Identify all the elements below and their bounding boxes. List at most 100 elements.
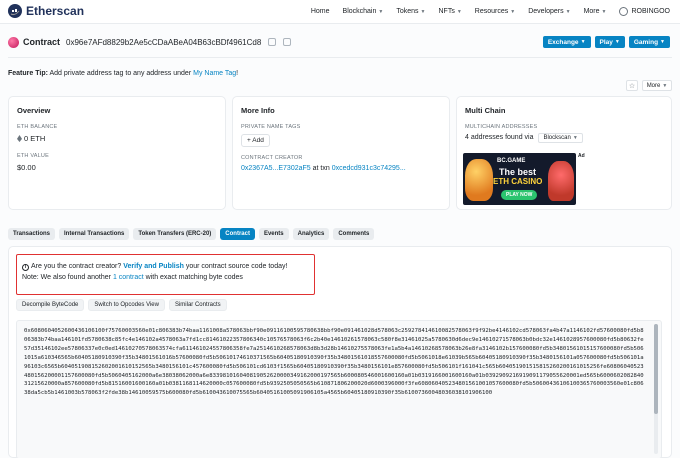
chevron-down-icon: ▼	[565, 9, 571, 15]
add-tag-button[interactable]: + Add	[241, 134, 270, 147]
eth-value-value: $0.00	[17, 163, 36, 172]
ad-play-now-button[interactable]: PLAY NOW	[501, 190, 538, 200]
user-icon	[619, 7, 629, 16]
overview-card: Overview ETH BALANCE 0 ETH ETH VALUE $0.…	[8, 96, 226, 210]
contract-panel: i Are you the contract creator? Verify an…	[8, 246, 672, 458]
switch-opcodes-button[interactable]: Switch to Opcodes View	[88, 299, 165, 311]
etherscan-logo[interactable]: Etherscan	[8, 4, 84, 18]
chevron-down-icon: ▼	[510, 9, 516, 15]
tab-events[interactable]: Events	[258, 228, 289, 240]
alert-note-prefix: Note: We also found another	[22, 274, 111, 281]
blockscan-select[interactable]: Blockscan ▼	[538, 133, 583, 143]
nav-more-label: More	[583, 8, 600, 15]
alert-question: Are you the contract creator?	[31, 263, 122, 270]
favorite-button[interactable]: ☆	[626, 80, 638, 91]
add-tag-wrapper: + Add	[241, 134, 270, 147]
copy-icon[interactable]	[268, 38, 277, 46]
contract-creator-label: CONTRACT CREATOR	[241, 155, 303, 161]
verify-alert: i Are you the contract creator? Verify an…	[16, 254, 315, 295]
eth-value-label: ETH VALUE	[17, 153, 49, 159]
more-label: More	[646, 82, 661, 89]
contract-header: Contract 0x96e7AFd8829b2Ae5cCDaABeA04B63…	[8, 35, 292, 49]
feature-tip-text: Add private address tag to any address u…	[49, 70, 192, 77]
contract-avatar-icon	[8, 36, 19, 48]
ad-character-image	[465, 159, 493, 201]
scrollbar-thumb[interactable]	[654, 324, 658, 414]
matching-contract-link[interactable]: 1 contract	[113, 274, 144, 281]
chevron-down-icon: ▼	[614, 39, 620, 45]
decompile-bytecode-button[interactable]: Decompile ByteCode	[16, 299, 85, 311]
similar-contracts-button[interactable]: Similar Contracts	[168, 299, 227, 311]
nav-nfts-label: NFTs	[438, 8, 455, 15]
nav-nfts[interactable]: NFTs ▼	[438, 8, 461, 15]
creator-address-link[interactable]: 0x2367A5...E7302aF5	[241, 165, 311, 172]
ad-logo: BC.GAME	[497, 158, 526, 164]
bc-game-ad-banner[interactable]: BC.GAME The best ETH CASINO PLAY NOW	[463, 153, 576, 205]
address-tabs: Transactions Internal Transactions Token…	[8, 228, 375, 240]
contract-address: 0x96e7AFd8829b2Ae5cCDaABeA04B63cBDf4961C…	[66, 37, 262, 47]
top-navbar: Etherscan Home Blockchain ▼ Tokens ▼ NFTs ▼…	[0, 0, 680, 24]
feature-tip: Feature Tip: Add private address tag to …	[8, 70, 238, 77]
main-nav: Home Blockchain ▼ Tokens ▼ NFTs ▼ Resources…	[311, 7, 670, 16]
gaming-label: Gaming	[633, 38, 659, 46]
sponsor-buttons: Exchange ▼ Play ▼ Gaming ▼	[542, 36, 670, 48]
blockscan-label: Blockscan	[543, 135, 571, 141]
overview-title: Overview	[17, 106, 51, 115]
divider	[8, 57, 672, 58]
alert-rest: your contract source code today!	[185, 263, 288, 270]
private-name-tags-label: PRIVATE NAME TAGS	[241, 124, 301, 130]
nav-more[interactable]: More ▼	[584, 8, 607, 15]
tab-token-transfers[interactable]: Token Transfers (ERC-20)	[133, 228, 217, 240]
exchange-button[interactable]: Exchange ▼	[542, 36, 591, 48]
page-title: Contract	[23, 37, 61, 47]
nav-resources-label: Resources	[474, 8, 509, 15]
multichain-addresses-label: MULTICHAIN ADDRESSES	[465, 124, 538, 130]
nav-home-label: Home	[310, 8, 330, 15]
qr-code-icon[interactable]	[283, 38, 292, 46]
alert-note-line: Note: We also found another 1 contract w…	[22, 272, 309, 283]
nav-tokens[interactable]: Tokens ▼	[396, 8, 425, 15]
nav-home[interactable]: Home	[311, 8, 330, 15]
ad-headline: The best	[499, 167, 537, 177]
chevron-down-icon: ▼	[378, 9, 384, 15]
brand-name: Etherscan	[26, 4, 85, 18]
more-info-card: More Info PRIVATE NAME TAGS + Add CONTRA…	[232, 96, 450, 210]
chevron-down-icon: ▼	[601, 9, 607, 15]
info-icon: i	[22, 264, 29, 271]
nav-developers[interactable]: Developers ▼	[528, 8, 570, 15]
verify-and-publish-link[interactable]: Verify and Publish	[123, 263, 184, 270]
gaming-button[interactable]: Gaming ▼	[628, 36, 670, 48]
creator-txn-link[interactable]: 0xcedcd931c3c74295...	[332, 165, 406, 172]
alert-question-line: i Are you the contract creator? Verify an…	[22, 261, 309, 272]
ad-badge: Ad	[578, 153, 585, 159]
user-name: ROBINGOO	[631, 8, 670, 15]
my-name-tag-link[interactable]: My Name Tag	[193, 70, 236, 77]
more-dropdown-button[interactable]: More ▼	[642, 80, 672, 91]
eth-balance: 0 ETH	[17, 134, 45, 143]
ethereum-icon	[17, 135, 22, 142]
multichain-addresses-text: 4 addresses found via	[465, 134, 534, 141]
tab-transactions[interactable]: Transactions	[8, 228, 56, 240]
tab-comments[interactable]: Comments	[333, 228, 375, 240]
chevron-down-icon: ▼	[572, 135, 578, 141]
tab-internal-transactions[interactable]: Internal Transactions	[59, 228, 130, 240]
etherscan-logo-icon	[8, 4, 22, 18]
feature-tip-label: Feature Tip:	[8, 70, 48, 77]
feature-tip-suffix: !	[236, 70, 239, 77]
user-menu[interactable]: ROBINGOO	[619, 7, 670, 16]
contract-creator: 0x2367A5...E7302aF5 at txn 0xcedcd931c3c…	[241, 165, 406, 172]
chevron-down-icon: ▼	[456, 9, 462, 15]
chevron-down-icon: ▼	[660, 39, 665, 45]
eth-balance-value: 0 ETH	[24, 134, 46, 143]
exchange-label: Exchange	[547, 38, 579, 46]
tab-analytics[interactable]: Analytics	[292, 228, 330, 240]
bytecode-actions: Decompile ByteCode Switch to Opcodes Vie…	[16, 299, 227, 311]
nav-blockchain[interactable]: Blockchain ▼	[343, 8, 384, 15]
play-button[interactable]: Play ▼	[594, 36, 625, 48]
bytecode-box[interactable]: 0x6080604052600436106100f75760003560e01c…	[16, 320, 662, 458]
chevron-down-icon: ▼	[662, 82, 668, 89]
nav-resources[interactable]: Resources ▼	[475, 8, 515, 15]
tab-contract[interactable]: Contract	[220, 228, 255, 240]
star-icon: ☆	[628, 82, 636, 90]
nav-blockchain-label: Blockchain	[342, 8, 377, 15]
